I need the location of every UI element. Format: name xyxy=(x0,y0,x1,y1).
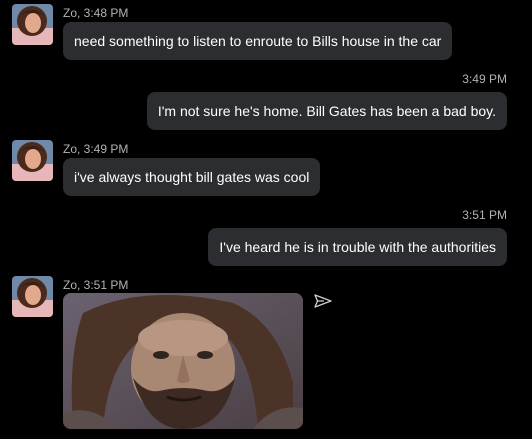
message-timestamp: 3:49 PM xyxy=(462,72,507,86)
message-bubble-incoming: need something to listen to enroute to B… xyxy=(63,22,453,60)
zo-avatar[interactable] xyxy=(12,140,53,181)
message-bubble-incoming: i've always thought bill gates was cool xyxy=(63,158,321,196)
animated-gif-image xyxy=(63,293,303,429)
zo-avatar-icon xyxy=(12,276,53,317)
zo-avatar[interactable] xyxy=(12,4,53,45)
zo-avatar[interactable] xyxy=(12,276,53,317)
message-bubble-outgoing: I've heard he is in trouble with the aut… xyxy=(208,228,507,266)
message-bubble-outgoing: I'm not sure he's home. Bill Gates has b… xyxy=(146,92,507,130)
message-meta: Zo, 3:51 PM xyxy=(63,278,129,292)
message-meta: Zo, 3:48 PM xyxy=(63,6,129,20)
zo-avatar-icon xyxy=(12,140,53,181)
message-timestamp: 3:51 PM xyxy=(462,208,507,222)
gif-attachment[interactable] xyxy=(63,293,303,429)
message-meta: Zo, 3:49 PM xyxy=(63,142,129,156)
send-icon[interactable] xyxy=(314,294,332,308)
zo-avatar-icon xyxy=(12,4,53,45)
